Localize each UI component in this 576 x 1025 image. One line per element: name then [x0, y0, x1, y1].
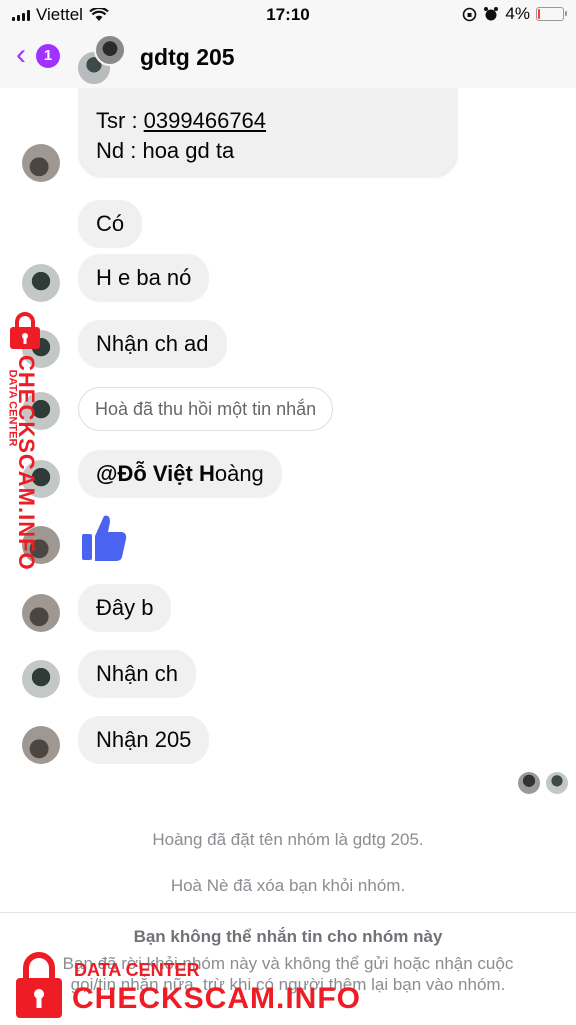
message-list[interactable]: Tsr : 0399466764 Nd : hoa gd ta Có H e b…: [0, 88, 576, 908]
unsent-notice: Hoà đã thu hồi một tin nhắn: [78, 387, 334, 431]
sender-avatar[interactable]: [22, 726, 60, 764]
chat-header: ‹ 1 gdtg 205: [0, 30, 576, 88]
alarm-icon: [484, 7, 499, 21]
seen-avatar: [546, 772, 568, 794]
watermark-bottom: DATA CENTER CHECKSCAM.INFO: [4, 944, 364, 1024]
message-bubble[interactable]: Nhận 205: [78, 716, 210, 764]
message-bubble[interactable]: H e ba nó: [78, 254, 210, 302]
battery-percent: 4%: [505, 4, 530, 23]
orientation-lock-icon: [463, 7, 477, 21]
battery-icon: [536, 7, 567, 21]
message-bubble[interactable]: Có: [78, 200, 143, 248]
message-text: oàng: [214, 461, 264, 486]
mention-text[interactable]: @Đỗ Việt H: [96, 461, 215, 486]
thumbs-up-icon[interactable]: [80, 512, 128, 564]
watermark-text: CHECKSCAM.INFO: [72, 982, 361, 1015]
watermark-text: CHECKSCAM.INFO: [14, 355, 39, 571]
system-message: Hoàng đã đặt tên nhóm là gdtg 205.: [152, 830, 424, 849]
message-text: Nd : hoa gd ta: [96, 138, 235, 163]
message-bubble[interactable]: Nhận ch ad: [78, 320, 227, 368]
lock-icon: [10, 312, 40, 349]
sender-avatar[interactable]: [22, 264, 60, 302]
watermark-sub: DATA CENTER: [74, 960, 200, 980]
group-title[interactable]: gdtg 205: [140, 44, 235, 71]
message-bubble[interactable]: Nhận ch: [78, 650, 196, 698]
message-bubble[interactable]: Tsr : 0399466764 Nd : hoa gd ta: [78, 88, 458, 178]
message-text: Tsr :: [96, 108, 144, 133]
status-right: 4%: [462, 4, 567, 24]
watermark-side: DATA CENTER CHECKSCAM.INFO: [4, 312, 46, 592]
message-bubble[interactable]: Đây b: [78, 584, 172, 632]
system-message: Hoà Nè đã xóa bạn khỏi nhóm.: [170, 876, 406, 895]
group-avatar-secondary[interactable]: [94, 34, 126, 66]
sender-avatar[interactable]: [22, 144, 60, 182]
phone-link[interactable]: 0399466764: [144, 108, 266, 133]
back-unread-badge[interactable]: 1: [36, 44, 60, 68]
message-bubble[interactable]: @Đỗ Việt Hoàng: [78, 450, 282, 498]
back-chevron-icon[interactable]: ‹: [16, 40, 26, 70]
lock-icon: [16, 952, 62, 1018]
seen-avatar: [518, 772, 540, 794]
status-bar: Viettel 17:10 4%: [0, 0, 576, 30]
sender-avatar[interactable]: [22, 660, 60, 698]
